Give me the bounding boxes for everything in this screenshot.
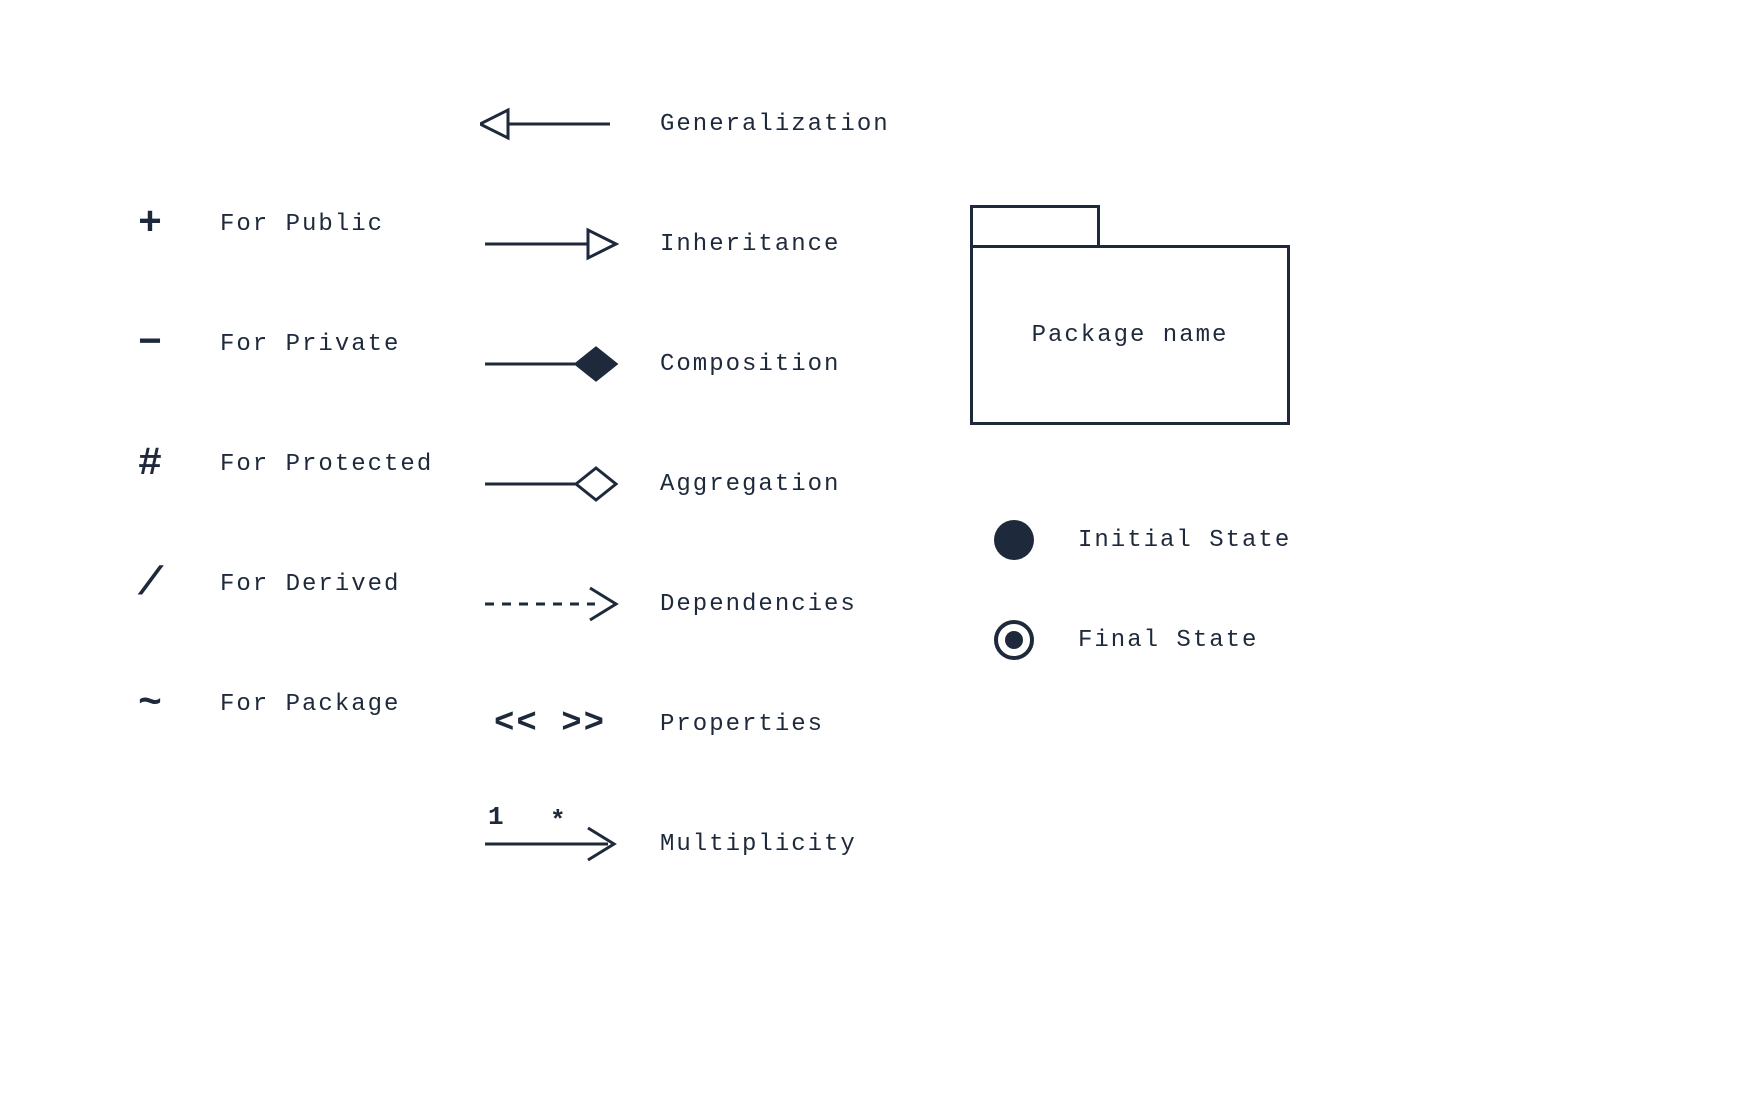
initial-state-icon — [994, 520, 1034, 560]
initial-state-label: Initial State — [1078, 527, 1291, 554]
multiplicity-right: * — [550, 806, 566, 836]
relation-multiplicity: 1 * Multiplicity — [480, 820, 890, 868]
visibility-derived-label: For Derived — [220, 571, 400, 598]
relation-properties: << >> Properties — [480, 700, 890, 748]
relation-composition: Composition — [480, 340, 890, 388]
final-state-label: Final State — [1078, 627, 1258, 654]
package-tab — [970, 205, 1100, 245]
visibility-private-label: For Private — [220, 331, 400, 358]
tilde-icon: ~ — [120, 682, 180, 727]
final-state-icon — [994, 620, 1034, 660]
relation-inheritance-label: Inheritance — [660, 231, 840, 258]
composition-diamond-icon — [480, 340, 620, 388]
visibility-column: + For Public − For Private # For Protect… — [120, 200, 433, 800]
dependencies-arrow-icon — [480, 580, 620, 628]
relation-multiplicity-label: Multiplicity — [660, 831, 857, 858]
relation-aggregation: Aggregation — [480, 460, 890, 508]
visibility-public-label: For Public — [220, 211, 384, 238]
relation-properties-label: Properties — [660, 711, 824, 738]
generalization-arrow-icon — [480, 100, 620, 148]
relation-composition-label: Composition — [660, 351, 840, 378]
states-column: Initial State Final State — [990, 520, 1291, 720]
visibility-public: + For Public — [120, 200, 433, 248]
final-state: Final State — [990, 620, 1291, 660]
slash-icon: / — [120, 562, 180, 607]
visibility-package: ~ For Package — [120, 680, 433, 728]
stereotype-brackets-icon: << >> — [480, 705, 620, 743]
visibility-protected-label: For Protected — [220, 451, 433, 478]
relation-generalization-label: Generalization — [660, 111, 890, 138]
relation-aggregation-label: Aggregation — [660, 471, 840, 498]
visibility-derived: / For Derived — [120, 560, 433, 608]
relation-inheritance: Inheritance — [480, 220, 890, 268]
plus-icon: + — [120, 202, 180, 247]
multiplicity-arrow-icon: 1 * — [480, 820, 620, 868]
hash-icon: # — [120, 442, 180, 487]
package-label: Package name — [1032, 322, 1229, 349]
multiplicity-left: 1 — [488, 802, 504, 832]
visibility-package-label: For Package — [220, 691, 400, 718]
inheritance-arrow-icon — [480, 220, 620, 268]
package-body: Package name — [970, 245, 1290, 425]
package-symbol: Package name — [970, 205, 1290, 425]
visibility-private: − For Private — [120, 320, 433, 368]
initial-state: Initial State — [990, 520, 1291, 560]
visibility-protected: # For Protected — [120, 440, 433, 488]
aggregation-diamond-icon — [480, 460, 620, 508]
relations-column: Generalization Inheritance Composition A… — [480, 100, 890, 940]
minus-icon: − — [120, 322, 180, 367]
relation-generalization: Generalization — [480, 100, 890, 148]
relation-dependencies-label: Dependencies — [660, 591, 857, 618]
relation-dependencies: Dependencies — [480, 580, 890, 628]
